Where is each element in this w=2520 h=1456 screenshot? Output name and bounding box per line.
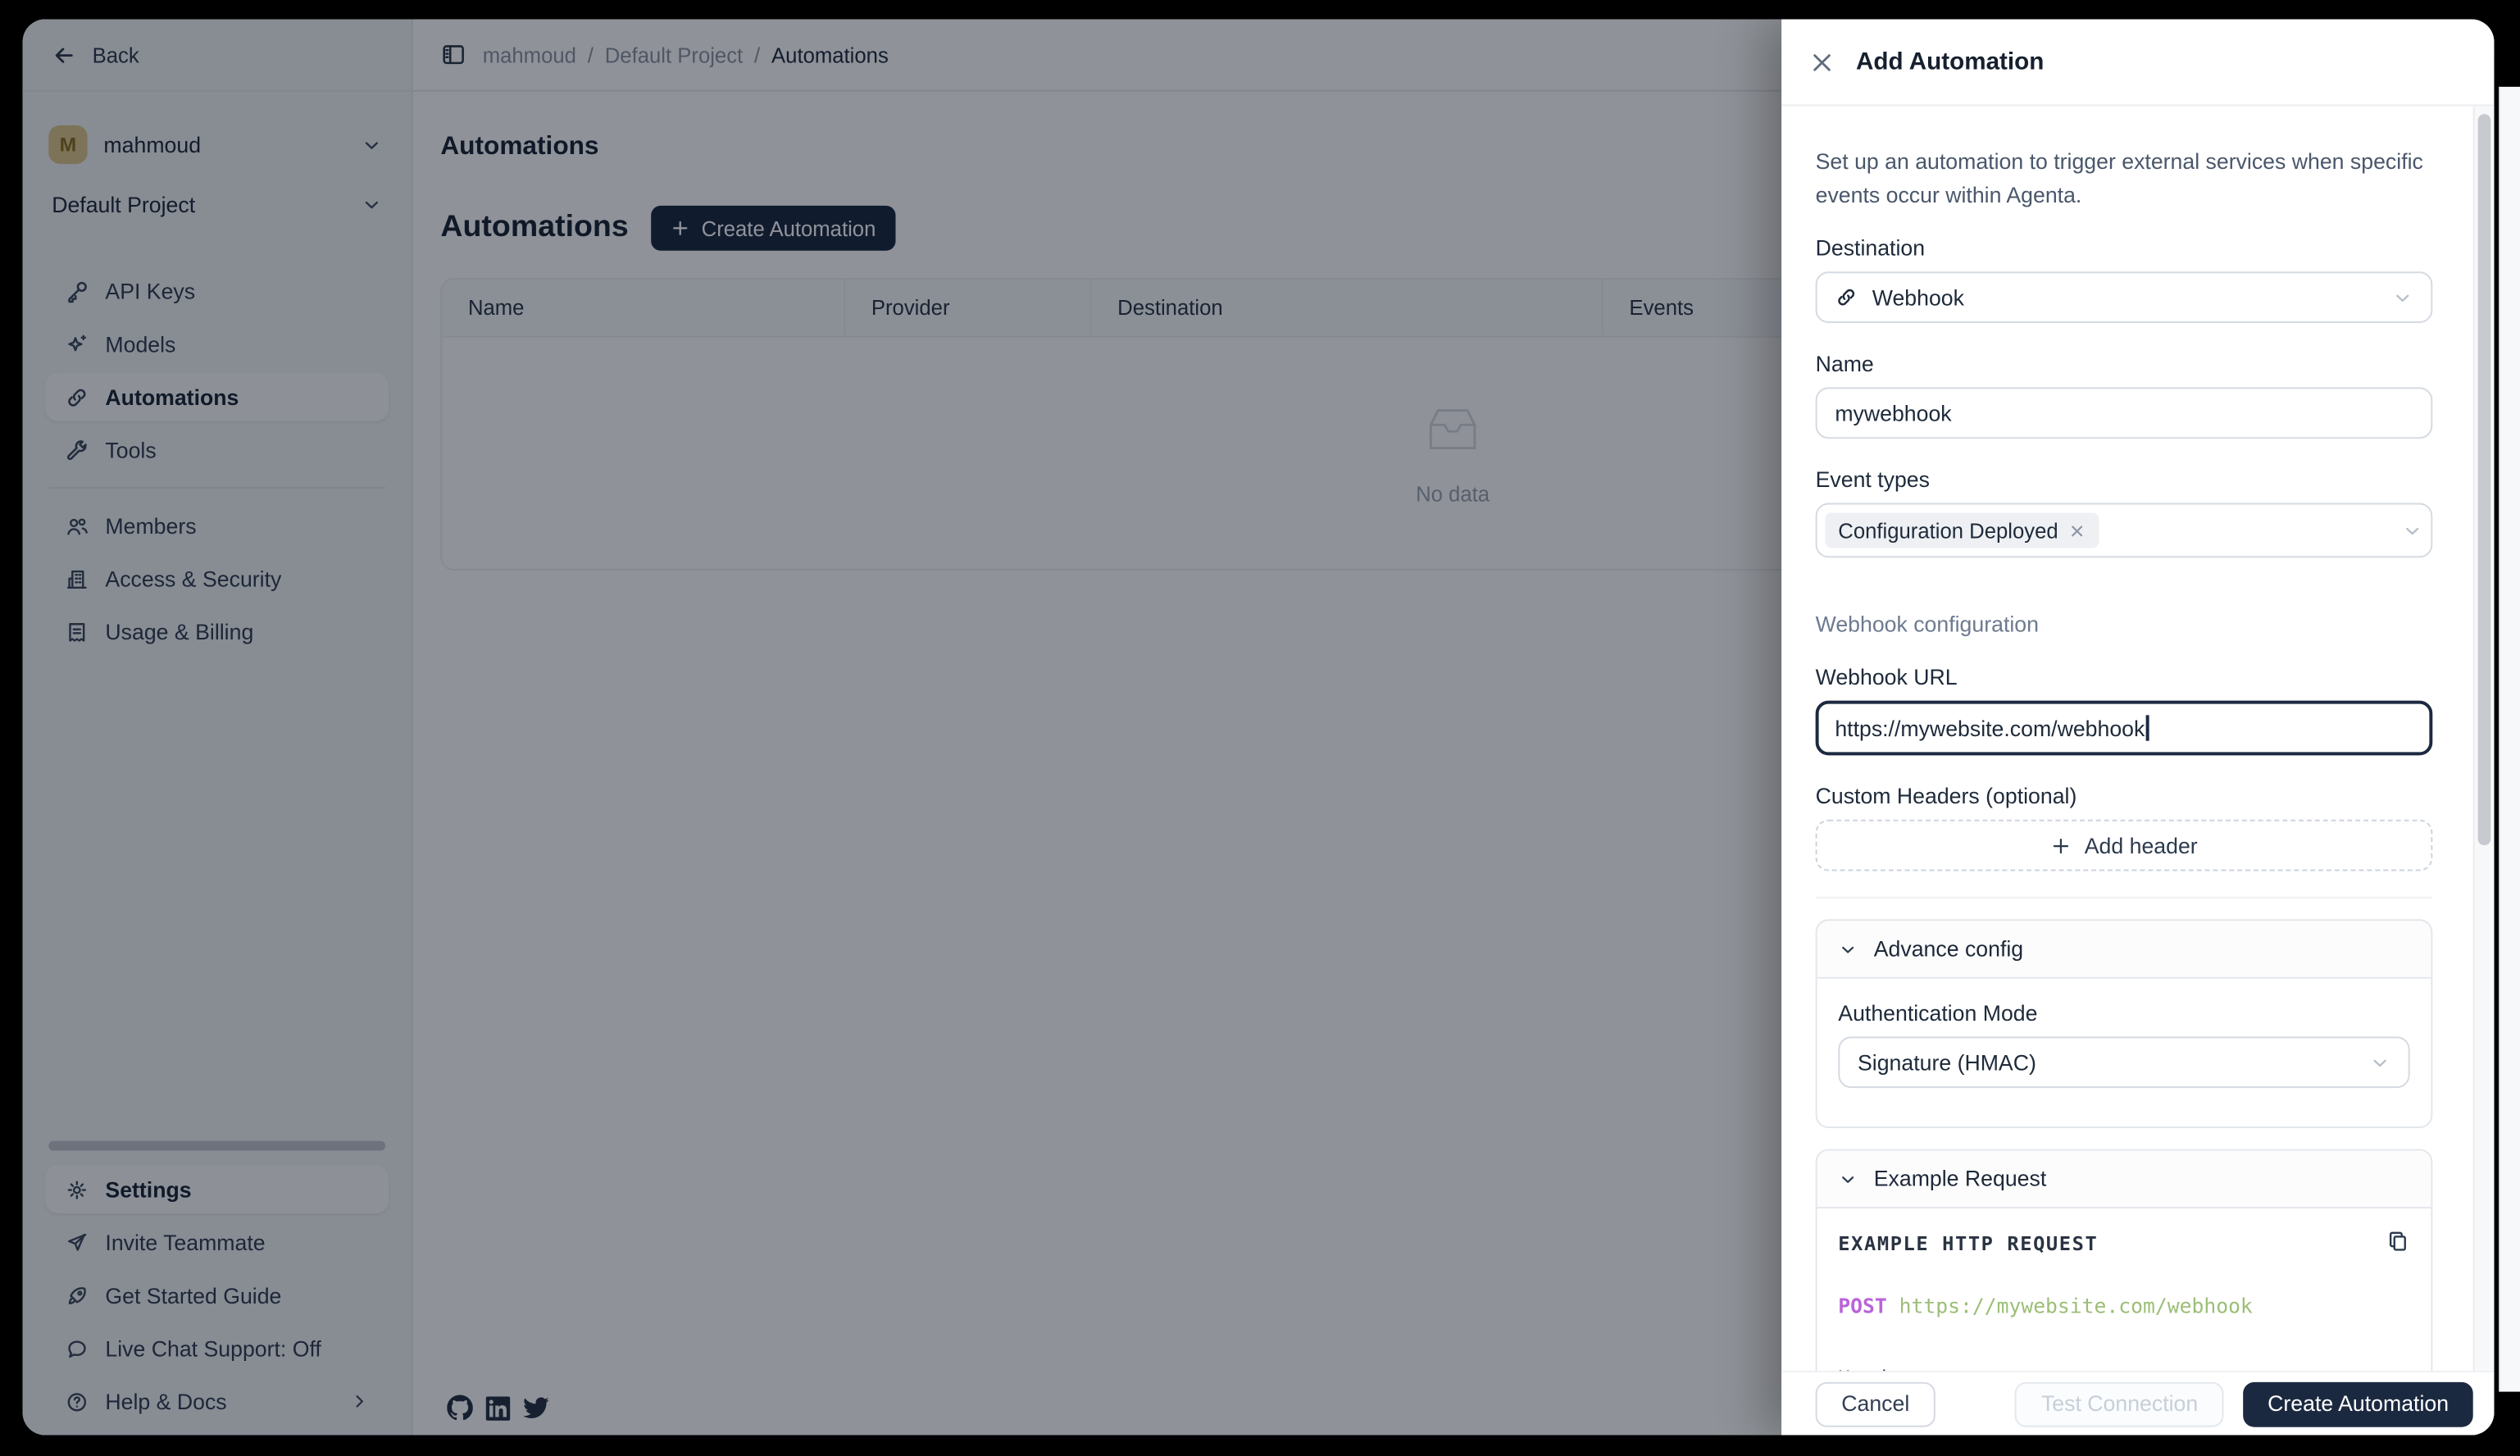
webhook-url-input[interactable]: https://mywebsite.com/webhook xyxy=(1816,701,2433,756)
chevron-down-icon xyxy=(1838,940,1858,959)
stage: Back M mahmoud Default Project xyxy=(0,0,2520,1456)
divider xyxy=(1816,897,2433,899)
text-cursor xyxy=(2146,715,2149,740)
remove-tag-icon[interactable] xyxy=(2068,521,2086,539)
test-connection-button[interactable]: Test Connection xyxy=(2015,1381,2223,1426)
webhook-configuration-title: Webhook configuration xyxy=(1816,612,2433,636)
chevron-down-icon xyxy=(1838,1169,1858,1189)
destination-value: Webhook xyxy=(1872,285,1964,309)
destination-label: Destination xyxy=(1816,236,2433,260)
plus-icon xyxy=(2050,835,2072,855)
copy-icon[interactable] xyxy=(2386,1230,2410,1254)
close-icon[interactable] xyxy=(1809,49,1835,75)
drawer-header: Add Automation xyxy=(1781,20,2494,107)
example-request-panel: Example Request EXAMPLE HTTP REQUEST POS… xyxy=(1816,1149,2433,1372)
example-request-line: POST https://mywebsite.com/webhook xyxy=(1838,1294,2409,1317)
name-value: mywebhook xyxy=(1835,401,1951,425)
add-header-button[interactable]: Add header xyxy=(1816,820,2433,871)
link-icon xyxy=(1835,286,1858,308)
add-automation-drawer: Add Automation Set up an automation to t… xyxy=(1781,20,2494,1436)
create-automation-submit-button[interactable]: Create Automation xyxy=(2244,1381,2473,1426)
authentication-mode-label: Authentication Mode xyxy=(1838,1001,2409,1025)
webhook-url-value: https://mywebsite.com/webhook xyxy=(1835,716,2145,739)
event-types-label: Event types xyxy=(1816,467,2433,491)
drawer-scrollbar-thumb[interactable] xyxy=(2478,114,2491,845)
http-url: https://mywebsite.com/webhook xyxy=(1899,1294,2253,1317)
advance-config-panel: Advance config Authentication Mode Signa… xyxy=(1816,919,2433,1128)
drawer-description: Set up an automation to trigger external… xyxy=(1816,144,2428,212)
webhook-url-label: Webhook URL xyxy=(1816,666,2433,689)
name-label: Name xyxy=(1816,352,2433,375)
event-type-tag: Configuration Deployed xyxy=(1825,512,2099,548)
custom-headers-label: Custom Headers (optional) xyxy=(1816,785,2433,808)
chevron-down-icon xyxy=(2392,287,2413,307)
cancel-button[interactable]: Cancel xyxy=(1816,1381,1935,1426)
drawer-body: Set up an automation to trigger external… xyxy=(1781,106,2494,1371)
authentication-mode-select[interactable]: Signature (HMAC) xyxy=(1838,1036,2409,1088)
chevron-down-icon xyxy=(2369,1052,2390,1072)
drawer-footer: Cancel Test Connection Create Automation xyxy=(1781,1371,2494,1435)
example-headers-line-clipped: Headers: xyxy=(1838,1366,2409,1371)
example-request-header[interactable]: Example Request xyxy=(1817,1151,2431,1209)
event-types-select[interactable]: Configuration Deployed xyxy=(1816,503,2433,558)
destination-select[interactable]: Webhook xyxy=(1816,271,2433,323)
drawer-scrollbar-track xyxy=(2473,106,2495,1371)
advance-config-header[interactable]: Advance config xyxy=(1817,921,2431,979)
chevron-down-icon xyxy=(2402,520,2423,540)
example-http-request-heading: EXAMPLE HTTP REQUEST xyxy=(1838,1230,2098,1255)
drawer-title: Add Automation xyxy=(1856,48,2044,75)
http-method: POST xyxy=(1838,1294,1886,1317)
name-input[interactable]: mywebhook xyxy=(1816,387,2433,439)
